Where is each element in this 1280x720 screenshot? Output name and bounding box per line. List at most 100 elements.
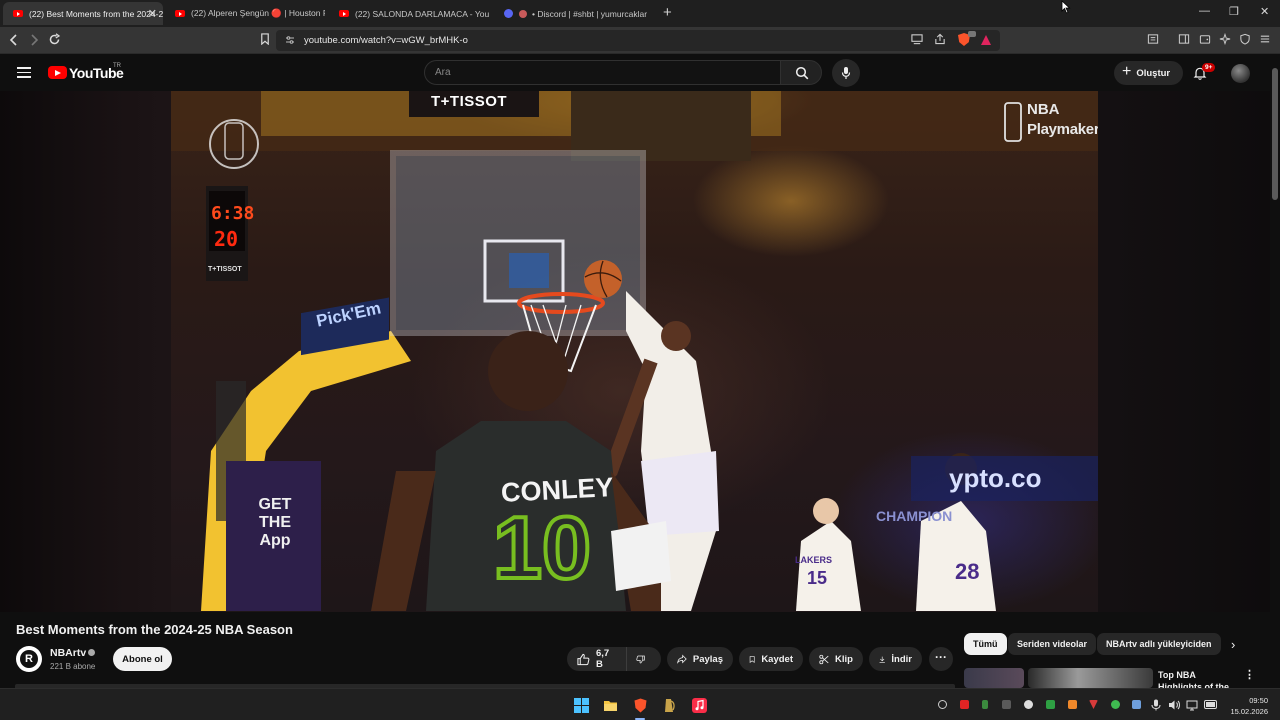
- close-window-button[interactable]: ✕: [1260, 5, 1269, 18]
- download-label: İndir: [891, 653, 912, 665]
- champions-sign: CHAMPION: [876, 508, 953, 524]
- battery-icon[interactable]: [1204, 700, 1218, 709]
- tab-title: (22) SALONDA DARLAMACA - YouTube: [355, 8, 489, 19]
- tab-salonda-darlamaca[interactable]: (22) SALONDA DARLAMACA - YouTube: [329, 2, 489, 25]
- user-avatar[interactable]: [1231, 64, 1250, 83]
- chip-all[interactable]: Tümü: [964, 633, 1007, 655]
- search-box[interactable]: [424, 60, 781, 85]
- cast-icon[interactable]: [911, 33, 923, 45]
- tab-best-moments[interactable]: (22) Best Moments from the 2024-25 NBA S…: [3, 2, 163, 25]
- youtube-favicon-icon: [13, 10, 23, 17]
- vpn-shield-icon[interactable]: [1239, 33, 1251, 45]
- shot-clock-seconds: 20: [214, 227, 239, 251]
- browser-menu-icon[interactable]: [1259, 33, 1271, 45]
- windows-taskbar: 09:50 15.02.2026: [0, 688, 1280, 720]
- brave-browser-icon[interactable]: [633, 698, 648, 713]
- tray-app-icon[interactable]: [1002, 700, 1011, 709]
- video-player[interactable]: T+TISSOT 6:38 20 T+TISSOT NBA Playmakers…: [171, 91, 1098, 612]
- clock-date: 15.02.2026: [1230, 707, 1268, 716]
- share-label: Paylaş: [692, 653, 723, 665]
- system-clock[interactable]: 09:50 15.02.2026: [1226, 695, 1268, 717]
- dislike-button[interactable]: [627, 647, 661, 671]
- restore-button[interactable]: ❐: [1229, 5, 1239, 18]
- search-input[interactable]: [435, 65, 765, 80]
- tray-discord-icon[interactable]: [1024, 700, 1033, 709]
- get-the-app-sign: GET THE App: [258, 496, 292, 549]
- forward-icon[interactable]: [29, 34, 39, 46]
- page-scrollbar[interactable]: [1270, 55, 1280, 712]
- reload-icon[interactable]: [48, 33, 61, 46]
- search-button[interactable]: [780, 60, 822, 85]
- share-button[interactable]: Paylaş: [667, 647, 733, 671]
- menu-icon[interactable]: [17, 67, 31, 78]
- speaker-icon[interactable]: [1168, 699, 1180, 711]
- url-text[interactable]: youtube.com/watch?v=wGW_brMHK-o: [304, 35, 468, 46]
- tissot-sign: T+TISSOT: [431, 93, 508, 110]
- youtube-favicon-icon: [175, 10, 185, 17]
- clock-time: 09:50: [1249, 696, 1268, 705]
- back-icon[interactable]: [9, 34, 19, 46]
- bookmark-icon[interactable]: [259, 33, 271, 45]
- tray-app-v-icon[interactable]: [1089, 700, 1098, 709]
- video-frame: [171, 91, 1098, 611]
- like-button[interactable]: 6,7 B: [567, 647, 627, 671]
- subscriber-count: 221 B abone: [50, 662, 96, 671]
- scrollbar-thumb[interactable]: [1272, 68, 1278, 200]
- tray-app-red-icon[interactable]: [960, 700, 969, 709]
- clip-label: Klip: [835, 653, 853, 665]
- reading-list-icon[interactable]: [1147, 33, 1159, 45]
- minimize-button[interactable]: —: [1199, 5, 1210, 17]
- tab-close-icon[interactable]: ✕: [148, 7, 157, 20]
- youtube-logo-icon[interactable]: [48, 66, 67, 79]
- tray-app-green-round-icon[interactable]: [1111, 700, 1120, 709]
- network-icon[interactable]: [1186, 699, 1198, 711]
- league-launcher-icon[interactable]: [662, 698, 677, 713]
- tray-microphone-icon[interactable]: [1151, 699, 1161, 711]
- site-settings-icon[interactable]: [285, 35, 295, 45]
- chevron-right-icon[interactable]: ›: [1231, 637, 1235, 652]
- tray-steam-icon[interactable]: [938, 700, 947, 709]
- recommendation-title[interactable]: Top NBA Highlights of the: [1158, 669, 1238, 688]
- brave-rewards-icon[interactable]: [981, 35, 991, 45]
- notification-badge: 9+: [1202, 63, 1216, 72]
- save-button[interactable]: Kaydet: [739, 647, 803, 671]
- file-explorer-icon[interactable]: [603, 698, 618, 713]
- recommendation-thumbnail[interactable]: [964, 668, 1024, 688]
- wallet-icon[interactable]: [1199, 33, 1211, 45]
- share-page-icon[interactable]: [934, 33, 946, 45]
- chip-from-uploader[interactable]: NBArtv adlı yükleyiciden: [1097, 633, 1221, 655]
- recommendation-more-icon[interactable]: ⋮: [1244, 668, 1255, 681]
- leo-ai-icon[interactable]: [1219, 33, 1231, 45]
- recommendation-thumbnail-2[interactable]: [1028, 668, 1153, 688]
- more-actions-button[interactable]: ···: [929, 647, 953, 671]
- new-tab-button[interactable]: +: [663, 4, 672, 21]
- windows-start-icon[interactable]: [574, 698, 589, 713]
- download-button[interactable]: İndir: [869, 647, 922, 671]
- tab-title: (22) Best Moments from the 2024-25 NBA S…: [29, 8, 163, 19]
- chip-series-videos[interactable]: Seriden videolar: [1008, 633, 1097, 655]
- address-bar[interactable]: youtube.com/watch?v=wGW_brMHK-o: [276, 30, 1000, 51]
- tray-nvidia-icon[interactable]: [1046, 700, 1055, 709]
- jersey-number: 10: [491, 498, 593, 597]
- channel-name[interactable]: NBArtv: [50, 647, 86, 659]
- clip-button[interactable]: Klip: [809, 647, 863, 671]
- tab-discord[interactable]: • Discord | #shbt | yumurcaklar: [494, 2, 654, 25]
- tab-alperen-sengun[interactable]: (22) Alperen Şengün 🔴 | Houston Rockets: [165, 2, 325, 25]
- tray-app-orange-icon[interactable]: [1068, 700, 1077, 709]
- youtube-header: YouTube TR + Oluştur 9+: [0, 55, 1280, 91]
- video-title: Best Moments from the 2024-25 NBA Season: [16, 622, 293, 637]
- tab-title: • Discord | #shbt | yumurcaklar: [532, 8, 648, 19]
- channel-avatar-initial: R: [20, 650, 38, 668]
- youtube-favicon-icon: [339, 10, 349, 17]
- music-app-icon[interactable]: [692, 698, 707, 713]
- channel-avatar[interactable]: R: [16, 646, 42, 672]
- voice-search-button[interactable]: [832, 59, 860, 87]
- tray-app-green-icon[interactable]: [982, 700, 988, 709]
- sidebar-icon[interactable]: [1178, 33, 1190, 45]
- region-code: TR: [113, 63, 121, 69]
- plus-icon: +: [1122, 63, 1132, 80]
- microphone-icon: [841, 67, 851, 79]
- tray-app-blue-icon[interactable]: [1132, 700, 1141, 709]
- create-button[interactable]: + Oluştur: [1114, 61, 1183, 85]
- subscribe-button[interactable]: Abone ol: [113, 647, 172, 671]
